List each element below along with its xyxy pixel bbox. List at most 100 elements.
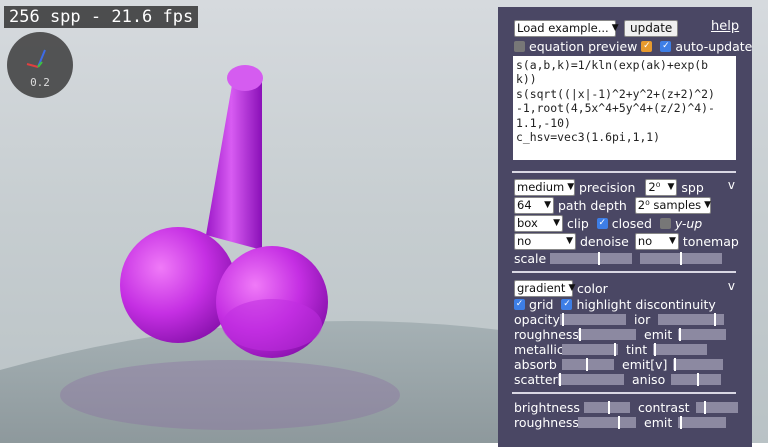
- equation-preview-toggle[interactable]: ✓: [641, 41, 653, 52]
- contrast-slider[interactable]: [695, 401, 738, 414]
- aniso-slider[interactable]: [671, 373, 722, 386]
- grid-label: grid: [529, 297, 554, 312]
- aniso-label: aniso: [632, 372, 666, 387]
- divider: [512, 171, 736, 173]
- path-depth-select[interactable]: 64 ▼: [514, 197, 554, 214]
- closed-checkbox[interactable]: ✓: [596, 218, 608, 229]
- axis-gizmo[interactable]: 0.2: [7, 32, 73, 98]
- highlight-checkbox[interactable]: ✓: [561, 299, 573, 310]
- help-link[interactable]: help: [711, 19, 739, 34]
- update-button[interactable]: update: [624, 20, 679, 37]
- slider-handle[interactable]: [674, 358, 677, 371]
- chevron-down-icon: ▼: [567, 182, 575, 192]
- slider-handle[interactable]: [559, 373, 561, 386]
- equation-editor[interactable]: s(a,b,k)=1/kln(exp(ak)+exp(b k)) s(sqrt(…: [513, 56, 736, 160]
- fps-counter: 256 spp - 21.6 fps: [4, 6, 199, 28]
- slider-handle[interactable]: [618, 416, 620, 429]
- denoise-label: denoise: [580, 234, 629, 249]
- precision-label: precision: [579, 180, 636, 195]
- chevron-down-icon: ▼: [611, 23, 619, 33]
- clip-label: clip: [567, 216, 589, 231]
- code-line: k)): [516, 72, 537, 87]
- auto-update-checkbox[interactable]: ✓: [660, 41, 672, 52]
- slider-handle[interactable]: [697, 373, 700, 386]
- emit-label: emit: [644, 327, 673, 342]
- slider-handle[interactable]: [607, 401, 610, 414]
- axis-scale-value: 0.2: [30, 76, 50, 89]
- opacity-slider[interactable]: [560, 313, 626, 326]
- scale-slider-b[interactable]: [640, 252, 723, 265]
- slider-handle[interactable]: [703, 401, 706, 414]
- code-line: s(sqrt((|x|-1)^2+y^2+(z+2)^2): [516, 86, 715, 101]
- material-section-toggle[interactable]: v: [728, 279, 735, 293]
- brightness-slider[interactable]: [583, 401, 630, 414]
- clip-value: box: [517, 216, 538, 230]
- path-depth-value: 64: [517, 198, 532, 212]
- chevron-down-icon: ▼: [704, 200, 712, 210]
- denoise-value: no: [517, 234, 532, 248]
- slider-handle[interactable]: [562, 313, 564, 326]
- roughness-slider[interactable]: [578, 328, 636, 341]
- slider-handle[interactable]: [598, 252, 601, 265]
- slider-handle[interactable]: [586, 358, 588, 371]
- lighting-emit-slider[interactable]: [678, 416, 727, 429]
- chevron-down-icon: ▼: [553, 218, 560, 228]
- scatter-label: scatter: [514, 372, 558, 387]
- y-up-checkbox[interactable]: [659, 218, 671, 229]
- metallic-label: metallic: [514, 342, 564, 357]
- emit-v-slider[interactable]: [673, 358, 724, 371]
- slider-handle[interactable]: [679, 328, 682, 341]
- spp-label: spp: [681, 180, 704, 195]
- spp-value: 2⁰: [648, 180, 661, 194]
- load-example-label: Load example...: [517, 21, 609, 35]
- denoise-select[interactable]: no ▼: [514, 233, 576, 250]
- lighting-roughness-slider[interactable]: [578, 416, 636, 429]
- samples-select[interactable]: 2⁰ samples ▼: [634, 197, 712, 214]
- slider-handle[interactable]: [654, 343, 657, 356]
- slider-handle[interactable]: [680, 416, 683, 429]
- lighting-roughness-label: roughness: [514, 415, 579, 430]
- chevron-down-icon: ▼: [667, 182, 675, 192]
- ior-slider[interactable]: [658, 313, 725, 326]
- metallic-slider[interactable]: [562, 343, 618, 356]
- slider-handle[interactable]: [714, 313, 717, 326]
- equation-preview-checkbox[interactable]: [514, 41, 525, 52]
- tonemap-label: tonemap: [682, 234, 739, 249]
- color-mode-select[interactable]: gradient ▼: [514, 280, 576, 297]
- brightness-label: brightness: [514, 400, 580, 415]
- divider: [512, 271, 736, 273]
- tint-slider[interactable]: [653, 343, 708, 356]
- scale-slider-a[interactable]: [550, 252, 633, 265]
- control-panel: Load example... ▼ update help equation pr…: [498, 7, 752, 447]
- code-line: s(a,b,k)=1/kln(exp(ak)+exp(b: [516, 58, 709, 72]
- scatter-slider[interactable]: [558, 373, 624, 386]
- precision-select[interactable]: medium ▼: [514, 179, 575, 196]
- precision-value: medium: [517, 180, 565, 194]
- grid-checkbox[interactable]: ✓: [514, 299, 525, 310]
- contrast-label: contrast: [637, 400, 690, 415]
- spp-select[interactable]: 2⁰ ▼: [645, 179, 678, 196]
- chevron-down-icon: ▼: [668, 236, 676, 246]
- chevron-down-icon: ▼: [568, 283, 576, 293]
- color-label: color: [577, 281, 608, 296]
- load-example-select[interactable]: Load example... ▼: [514, 20, 619, 37]
- color-mode-value: gradient: [517, 281, 566, 295]
- opacity-label: opacity: [514, 312, 560, 327]
- slider-handle[interactable]: [614, 343, 616, 356]
- clip-select[interactable]: box ▼: [514, 215, 563, 232]
- auto-update-label: auto-update: [675, 39, 752, 54]
- ior-label: ior: [634, 312, 651, 327]
- absorb-slider[interactable]: [562, 358, 614, 371]
- tonemap-select[interactable]: no ▼: [634, 233, 679, 250]
- highlight-label: highlight discontinuity: [576, 297, 716, 312]
- code-line: c_hsv=vec3(1.6pi,1,1): [516, 130, 661, 145]
- slider-handle[interactable]: [680, 252, 683, 265]
- slider-handle[interactable]: [579, 328, 581, 341]
- tint-label: tint: [626, 342, 648, 357]
- render-section-toggle[interactable]: v: [728, 178, 735, 192]
- chevron-down-icon: ▼: [544, 200, 551, 210]
- lighting-emit-label: emit: [644, 415, 673, 430]
- y-up-label: y-up: [674, 216, 703, 231]
- emit-slider[interactable]: [678, 328, 727, 341]
- closed-label: closed: [611, 216, 652, 231]
